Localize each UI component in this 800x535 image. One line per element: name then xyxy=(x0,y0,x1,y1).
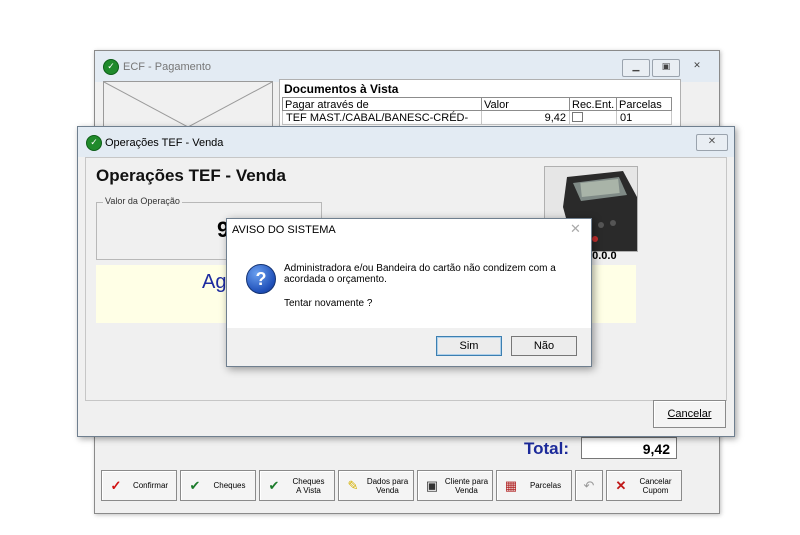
calculator-icon: ▦ xyxy=(504,477,518,493)
app-check-icon: ✓ xyxy=(86,135,102,151)
sim-button[interactable]: Sim xyxy=(436,336,502,356)
tef-window-title: Operações TEF - Venda xyxy=(105,137,224,149)
question-icon: ? xyxy=(246,264,276,294)
desfazer-button[interactable]: ↶ xyxy=(575,470,603,501)
pencil-icon: ✎ xyxy=(347,477,359,493)
dialog-close-icon[interactable]: ✕ xyxy=(570,222,581,237)
undo-icon: ↶ xyxy=(583,477,595,493)
column-header-rec-ent[interactable]: Rec.Ent. xyxy=(569,97,617,111)
cell-pagar[interactable]: TEF MAST./CABAL/BANESC-CRÉD-1X xyxy=(282,111,482,138)
total-value: 9,42 xyxy=(581,437,677,459)
aviso-do-sistema-dialog: AVISO DO SISTEMA ✕ ? Administradora e/ou… xyxy=(226,218,592,367)
column-header-parcelas[interactable]: Parcelas xyxy=(616,97,672,111)
documentos-title: Documentos à Vista xyxy=(284,82,399,96)
cancelar-button[interactable]: Cancelar xyxy=(653,400,726,428)
cheques-a-vista-label: Cheques A Vista xyxy=(292,476,325,495)
cancelar-cupom-button[interactable]: ✕ Cancelar Cupom xyxy=(606,470,682,501)
dialog-message: Administradora e/ou Bandeira do cartão n… xyxy=(284,263,556,285)
ecf-titlebar[interactable]: ✓ ECF - Pagamento ▁ ▣ ✕ xyxy=(95,51,719,82)
confirmar-button[interactable]: ✓ Confirmar xyxy=(101,470,177,501)
dialog-question: Tentar novamente ? xyxy=(284,298,373,309)
cheque-avista-icon: ✔ xyxy=(268,477,280,493)
close-icon: ✕ xyxy=(693,61,701,71)
rec-ent-checkbox[interactable] xyxy=(572,112,583,122)
minimize-icon: ▁ xyxy=(632,62,640,72)
column-header-pagar[interactable]: Pagar através de xyxy=(282,97,482,111)
app-check-icon: ✓ xyxy=(103,59,119,75)
ecf-close-button[interactable]: ✕ xyxy=(684,59,710,75)
cheques-button[interactable]: ✔ Cheques xyxy=(180,470,256,501)
column-header-valor[interactable]: Valor xyxy=(481,97,570,111)
confirmar-label: Confirmar xyxy=(132,481,169,490)
parcelas-label: Parcelas xyxy=(529,481,562,490)
dados-para-venda-label: Dados para Venda xyxy=(366,476,409,495)
cancelar-label: Cancelar xyxy=(667,408,712,420)
tef-heading: Operações TEF - Venda xyxy=(96,166,286,185)
dialog-body: ? Administradora e/ou Bandeira do cartão… xyxy=(227,242,591,328)
cell-valor[interactable]: 9,42 xyxy=(481,111,570,125)
cliente-para-venda-label: Cliente para Venda xyxy=(444,476,489,495)
total-label: Total: xyxy=(524,439,570,458)
documentos-a-vista-panel: Documentos à Vista Pagar através de Valo… xyxy=(279,79,681,138)
nao-button[interactable]: Não xyxy=(511,336,577,356)
dialog-titlebar[interactable]: AVISO DO SISTEMA ✕ xyxy=(227,219,591,242)
red-check-icon: ✓ xyxy=(110,477,122,493)
tef-titlebar[interactable]: ✓ Operações TEF - Venda ✕ xyxy=(78,127,734,157)
valor-da-operacao-label: Valor da Operação xyxy=(103,196,182,206)
red-x-icon: ✕ xyxy=(615,477,627,493)
cheques-label: Cheques xyxy=(213,481,246,490)
ecf-window-title: ECF - Pagamento xyxy=(123,61,212,73)
cliente-card-icon: ▣ xyxy=(425,477,439,493)
cell-parcelas[interactable]: 01 xyxy=(616,111,672,125)
cancelar-cupom-label: Cancelar Cupom xyxy=(639,476,672,495)
minimize-button[interactable]: ▁ xyxy=(622,59,650,77)
dialog-title: AVISO DO SISTEMA xyxy=(232,224,336,236)
maximize-button[interactable]: ▣ xyxy=(652,59,680,77)
cheque-icon: ✔ xyxy=(189,477,201,493)
maximize-icon: ▣ xyxy=(661,62,671,72)
close-icon: ✕ xyxy=(707,136,717,147)
parcelas-button[interactable]: ▦ Parcelas xyxy=(496,470,572,501)
cliente-para-venda-button[interactable]: ▣ Cliente para Venda xyxy=(417,470,493,501)
cell-rec-ent[interactable] xyxy=(569,111,617,125)
dados-para-venda-button[interactable]: ✎ Dados para Venda xyxy=(338,470,414,501)
cheques-a-vista-button[interactable]: ✔ Cheques A Vista xyxy=(259,470,335,501)
tef-close-button[interactable]: ✕ xyxy=(696,134,728,151)
